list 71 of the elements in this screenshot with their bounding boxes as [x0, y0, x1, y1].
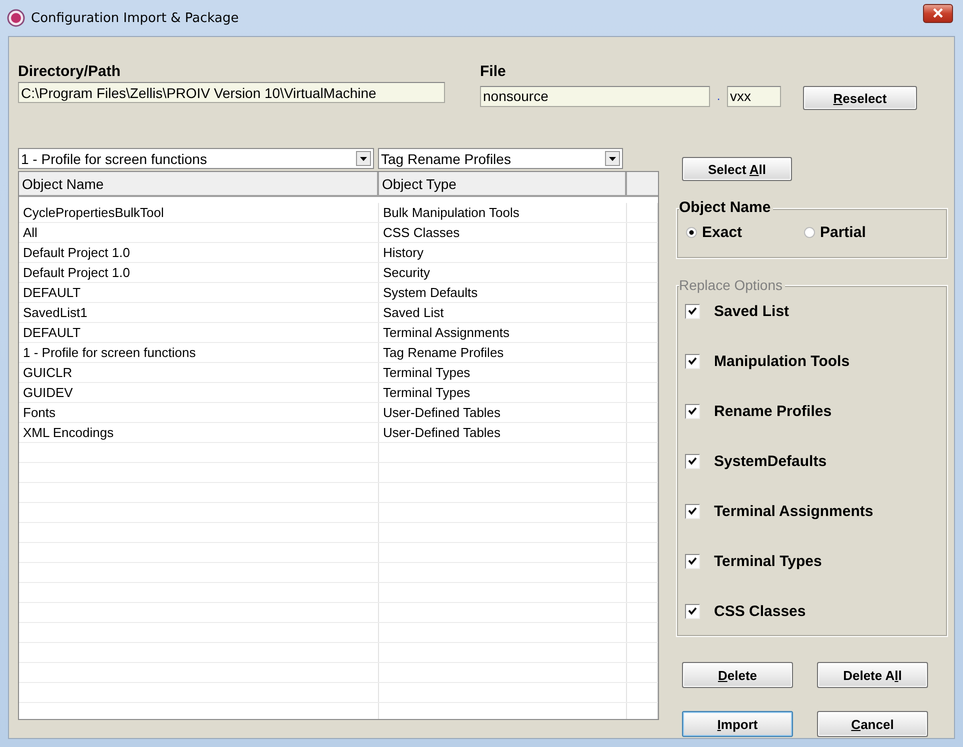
radio-option[interactable]: Partial	[804, 224, 922, 241]
table-cell: 1 - Profile for screen functions	[19, 343, 379, 362]
checkbox-label: CSS Classes	[714, 602, 806, 620]
checkmark-icon	[688, 507, 697, 515]
table-cell: Saved List	[379, 303, 627, 322]
checkbox-label: Terminal Assignments	[714, 502, 874, 520]
table-cell: CSS Classes	[379, 223, 627, 242]
checkbox-label: Saved List	[714, 302, 790, 320]
path-field[interactable]: C:\Program Files\Zellis\PROIV Version 10\VirtualMachine	[18, 82, 445, 103]
import-button[interactable]: Import	[682, 711, 793, 737]
column-header[interactable]: Object Name	[19, 172, 379, 195]
table-cell: SavedList1	[19, 303, 379, 322]
dropdown[interactable]: 1 - Profile for screen functions	[18, 148, 374, 169]
checkbox-label: Rename Profiles	[714, 402, 832, 420]
checkmark-icon	[688, 607, 697, 615]
table-cell: History	[379, 243, 627, 262]
reselect-button[interactable]: Reselect	[803, 86, 917, 110]
table-cell: DEFAULT	[19, 283, 379, 302]
file-field[interactable]: nonsource	[480, 86, 710, 106]
table-cell: User-Defined Tables	[379, 403, 627, 422]
dropdown[interactable]: Tag Rename Profiles	[378, 148, 623, 169]
checkbox-label: Terminal Types	[714, 552, 822, 570]
table-cell: GUICLR	[19, 363, 379, 382]
table-cell: XML Encodings	[19, 423, 379, 442]
checkbox[interactable]	[685, 304, 700, 318]
checkmark-icon	[688, 457, 697, 465]
table-cell: DEFAULT	[19, 323, 379, 342]
table-cell: Fonts	[19, 403, 379, 422]
table-cell: All	[19, 223, 379, 242]
table-cell: Terminal Types	[379, 383, 627, 402]
group-title: Object Name	[679, 200, 773, 216]
close-button[interactable]	[923, 4, 953, 22]
checkbox[interactable]	[685, 554, 700, 568]
field-label: Directory/Path	[18, 63, 122, 82]
table-cell: Default Project 1.0	[19, 263, 379, 282]
radio-button[interactable]	[804, 227, 815, 238]
checkbox[interactable]	[685, 404, 700, 418]
table-cell: CyclePropertiesBulkTool	[19, 203, 379, 222]
field-label: File	[480, 63, 507, 82]
select-all-button[interactable]: Select All	[682, 157, 792, 181]
checkbox-label: Manipulation Tools	[714, 352, 850, 370]
radio-option[interactable]: Exact	[686, 224, 804, 241]
radio-button[interactable]	[686, 227, 697, 238]
checkbox[interactable]	[685, 454, 700, 468]
extension-field[interactable]: vxx	[727, 86, 781, 106]
table-cell: Tag Rename Profiles	[379, 343, 627, 362]
cancel-button[interactable]: Cancel	[817, 711, 928, 737]
table-cell: Terminal Types	[379, 363, 627, 382]
delete-all-button[interactable]: Delete All	[817, 662, 928, 688]
checkmark-icon	[688, 407, 697, 415]
checkmark-icon	[688, 357, 697, 365]
table-cell: Bulk Manipulation Tools	[379, 203, 627, 222]
separator-text: .	[716, 89, 722, 103]
table-cell: User-Defined Tables	[379, 423, 627, 442]
checkbox-label: SystemDefaults	[714, 452, 827, 470]
table-cell: System Defaults	[379, 283, 627, 302]
table-cell: Security	[379, 263, 627, 282]
checkbox[interactable]	[685, 504, 700, 518]
checkbox[interactable]	[685, 354, 700, 368]
table-cell: Terminal Assignments	[379, 323, 627, 342]
table-cell: GUIDEV	[19, 383, 379, 402]
close-icon	[932, 8, 944, 18]
group-title: Replace Options	[679, 277, 785, 293]
window-title: Configuration Import & Package	[31, 10, 240, 26]
column-header[interactable]: Object Type	[379, 172, 627, 195]
app-icon	[7, 9, 25, 27]
delete-button[interactable]: Delete	[682, 662, 793, 688]
checkmark-icon	[688, 557, 697, 565]
checkbox[interactable]	[685, 604, 700, 618]
table-cell: Default Project 1.0	[19, 243, 379, 262]
checkmark-icon	[688, 307, 697, 315]
